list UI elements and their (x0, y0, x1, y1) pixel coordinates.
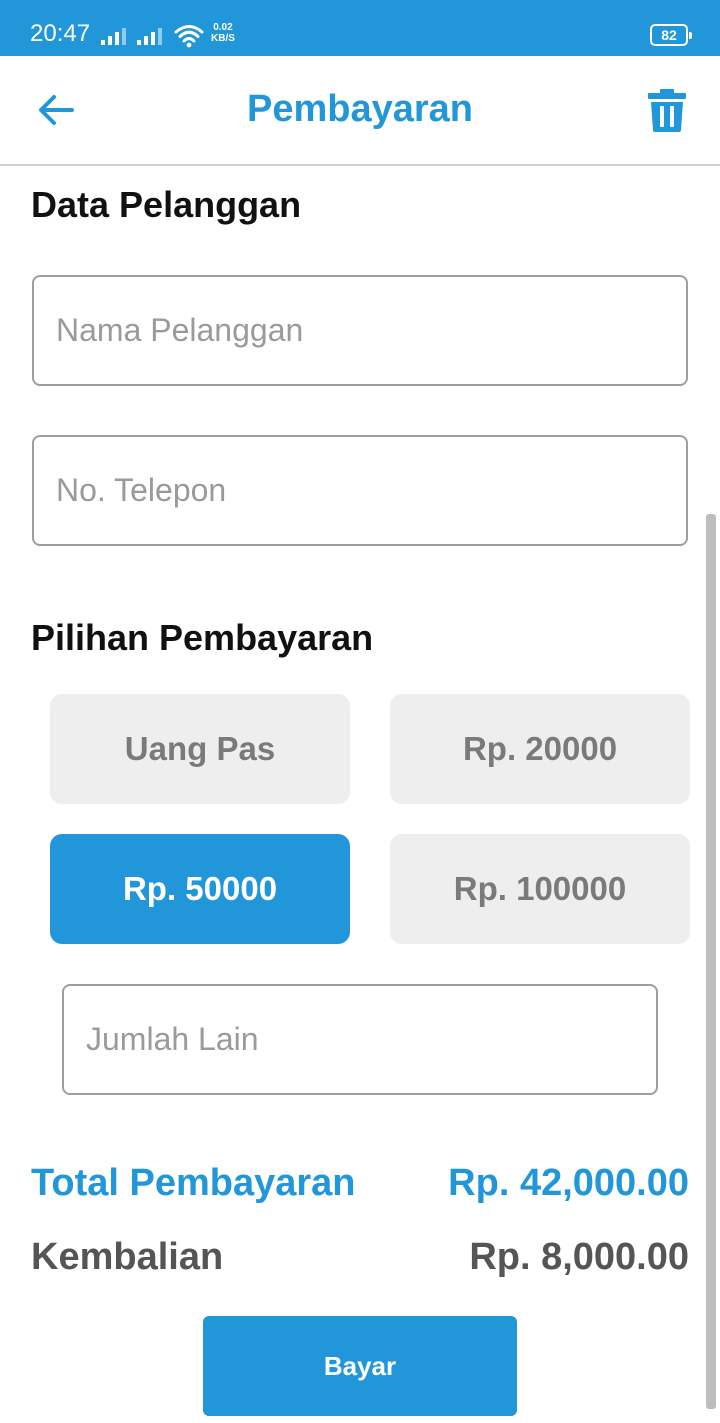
customer-phone-input[interactable] (34, 437, 686, 544)
status-bar: 20:47 0.02 KB/S 82 (0, 0, 720, 56)
other-amount-input[interactable] (64, 986, 656, 1093)
pay-option-20000[interactable]: Rp. 20000 (390, 694, 690, 804)
pay-option-exact[interactable]: Uang Pas (50, 694, 350, 804)
page-title: Pembayaran (246, 88, 473, 130)
network-speed: 0.02 KB/S (211, 22, 235, 44)
total-label: Total Pembayaran (31, 1162, 356, 1204)
app-bar: Pembayaran (0, 56, 720, 166)
scrollbar[interactable] (706, 514, 716, 1409)
pay-option-100000[interactable]: Rp. 100000 (390, 834, 690, 944)
payment-section-title: Pilihan Pembayaran (31, 617, 374, 658)
total-row: Total Pembayaran Rp. 42,000.00 (31, 1162, 689, 1205)
status-time: 20:47 (30, 20, 91, 47)
wifi-icon (174, 25, 204, 48)
signal-strength-icon (101, 28, 126, 45)
customer-name-field[interactable] (32, 275, 688, 386)
network-speed-value: 0.02 (213, 22, 233, 33)
customer-name-input[interactable] (34, 277, 686, 384)
pay-option-50000[interactable]: Rp. 50000 (50, 834, 350, 944)
total-value: Rp. 42,000.00 (448, 1162, 689, 1204)
delete-button[interactable] (646, 88, 688, 132)
change-value: Rp. 8,000.00 (469, 1236, 689, 1278)
network-speed-unit: KB/S (211, 33, 235, 44)
trash-icon (648, 89, 686, 132)
change-row: Kembalian Rp. 8,000.00 (31, 1236, 689, 1279)
customer-section-title: Data Pelanggan (31, 184, 302, 225)
customer-phone-field[interactable] (32, 435, 688, 546)
battery-icon: 82 (650, 24, 692, 46)
change-label: Kembalian (31, 1236, 224, 1278)
pay-button[interactable]: Bayar (203, 1316, 517, 1416)
other-amount-field[interactable] (62, 984, 658, 1095)
signal-strength-2-icon (137, 28, 162, 45)
